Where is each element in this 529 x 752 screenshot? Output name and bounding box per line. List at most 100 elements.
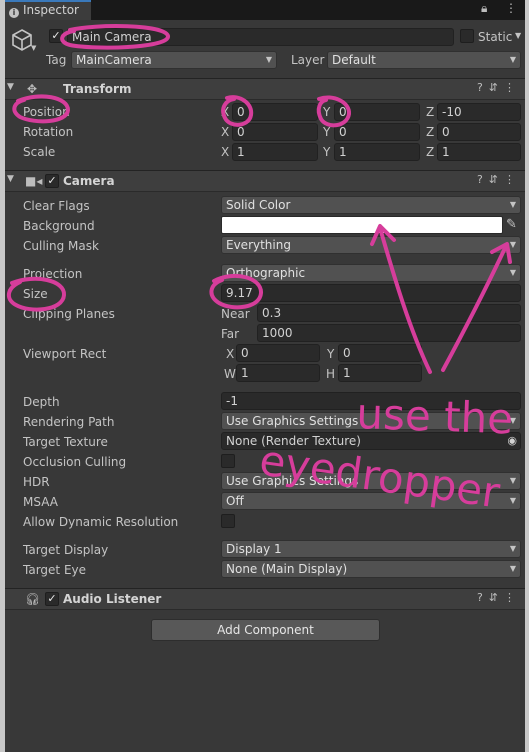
static-checkbox[interactable] [460,29,474,43]
axis-x-label[interactable]: X [226,346,234,362]
target-texture-field[interactable]: None (Render Texture) ◉ [221,432,521,450]
near-label[interactable]: Near [221,306,250,322]
menu-icon[interactable]: ⋮ [505,1,517,15]
tag-label: Tag [46,53,67,67]
eyedropper-icon[interactable]: ✎ [506,217,517,232]
viewport-h-field[interactable]: 1 [338,364,422,382]
projection-value: Orthographic [226,266,306,280]
msaa-dropdown[interactable]: Off ▼ [221,492,521,510]
component-menu-icons[interactable]: ?⇵⋮ [477,81,521,94]
layer-label: Layer [291,53,325,67]
background-label: Background [23,219,95,233]
info-icon: i [9,8,19,18]
camera-title: Camera [63,174,115,188]
near-field[interactable]: 0.3 [257,304,521,322]
rotation-label: Rotation [23,125,74,139]
scale-label: Scale [23,145,56,159]
hdr-label: HDR [23,475,50,489]
axis-z-label[interactable]: Z [426,104,434,120]
clipping-planes-label: Clipping Planes [23,307,115,321]
axis-w-label[interactable]: W [224,366,236,382]
lock-icon[interactable]: 🔒︎ [481,1,487,16]
component-menu-icons[interactable]: ?⇵⋮ [477,591,521,604]
axis-y-label[interactable]: Y [327,346,334,362]
add-component-button[interactable]: Add Component [151,619,380,641]
chevron-down-icon: ▼ [509,544,516,553]
static-label: Static [478,30,513,44]
viewport-x-field[interactable]: 0 [236,344,320,362]
axis-x-label[interactable]: X [221,104,229,120]
inspector-panel: i Inspector 🔒︎ ⋮ ▼ ✓ Main Camera Static ▼… [5,0,525,752]
chevron-down-icon: ▼ [509,268,516,277]
msaa-value: Off [226,494,244,508]
clear-flags-label: Clear Flags [23,199,90,213]
tag-value: MainCamera [76,53,152,67]
object-name-field[interactable]: Main Camera [67,28,454,46]
rendering-path-dropdown[interactable]: Use Graphics Settings ▼ [221,412,521,430]
audio-listener-header[interactable]: 🎧︎ ✓ Audio Listener ?⇵⋮ [5,588,525,610]
component-menu-icons[interactable]: ?⇵⋮ [477,173,521,186]
transform-header[interactable]: ▼ ✥ Transform ?⇵⋮ [5,78,525,100]
axis-y-label[interactable]: Y [323,104,330,120]
axis-x-label[interactable]: X [221,124,229,140]
axis-z-label[interactable]: Z [426,124,434,140]
target-eye-label: Target Eye [23,563,87,577]
target-texture-label: Target Texture [23,435,108,449]
viewport-w-field[interactable]: 1 [236,364,320,382]
layer-value: Default [332,53,376,67]
depth-field[interactable]: -1 [221,392,521,410]
icon-dropdown-arrow[interactable]: ▼ [31,44,36,52]
culling-mask-label: Culling Mask [23,239,99,253]
position-label: Position [23,105,70,119]
target-display-dropdown[interactable]: Display 1 ▼ [221,540,521,558]
rotation-x-field[interactable]: 0 [232,123,318,141]
far-field[interactable]: 1000 [257,324,521,342]
tab-label: Inspector [23,3,79,17]
rotation-y-field[interactable]: 0 [334,123,420,141]
chevron-down-icon: ▼ [509,55,516,64]
tab-bar: i Inspector 🔒︎ ⋮ [5,0,525,20]
active-checkbox[interactable]: ✓ [49,29,63,43]
camera-enabled-checkbox[interactable]: ✓ [45,174,59,188]
transform-title: Transform [63,82,132,96]
chevron-down-icon: ▼ [509,200,516,209]
axis-y-label[interactable]: Y [323,124,330,140]
scale-y-field[interactable]: 1 [334,143,420,161]
object-picker-icon[interactable]: ◉ [507,433,517,449]
layer-dropdown[interactable]: Default ▼ [327,51,521,69]
clear-flags-dropdown[interactable]: Solid Color ▼ [221,196,521,214]
tab-inspector[interactable]: i Inspector [5,0,91,20]
position-z-field[interactable]: -10 [437,103,521,121]
axis-x-label[interactable]: X [221,144,229,160]
camera-header[interactable]: ▼ ■◂ ✓ Camera ?⇵⋮ [5,170,525,192]
foldout-arrow-icon[interactable]: ▼ [7,174,14,184]
rotation-z-field[interactable]: 0 [437,123,521,141]
viewport-y-field[interactable]: 0 [338,344,422,362]
position-x-field[interactable]: 0 [232,103,318,121]
axis-y-label[interactable]: Y [323,144,330,160]
size-field[interactable]: 9.17 [221,284,521,302]
projection-dropdown[interactable]: Orthographic ▼ [221,264,521,282]
chevron-down-icon: ▼ [509,476,516,485]
chevron-down-icon: ▼ [509,416,516,425]
axis-z-label[interactable]: Z [426,144,434,160]
axis-h-label[interactable]: H [326,366,335,382]
position-y-field[interactable]: 0 [334,103,420,121]
audio-listener-checkbox[interactable]: ✓ [45,592,59,606]
headphones-icon: 🎧︎ [25,592,41,606]
msaa-label: MSAA [23,495,58,509]
dynamic-resolution-checkbox[interactable] [221,514,235,528]
transform-icon: ✥ [27,82,38,96]
background-color-swatch[interactable] [221,216,503,234]
hdr-dropdown[interactable]: Use Graphics Settings ▼ [221,472,521,490]
culling-mask-dropdown[interactable]: Everything ▼ [221,236,521,254]
far-label[interactable]: Far [221,326,239,342]
tag-dropdown[interactable]: MainCamera ▼ [71,51,277,69]
target-eye-dropdown[interactable]: None (Main Display) ▼ [221,560,521,578]
scale-x-field[interactable]: 1 [232,143,318,161]
scale-z-field[interactable]: 1 [437,143,521,161]
foldout-arrow-icon[interactable]: ▼ [7,82,14,92]
chevron-down-icon: ▼ [509,496,516,505]
occlusion-culling-checkbox[interactable] [221,454,235,468]
static-dropdown-arrow[interactable]: ▼ [515,31,521,40]
